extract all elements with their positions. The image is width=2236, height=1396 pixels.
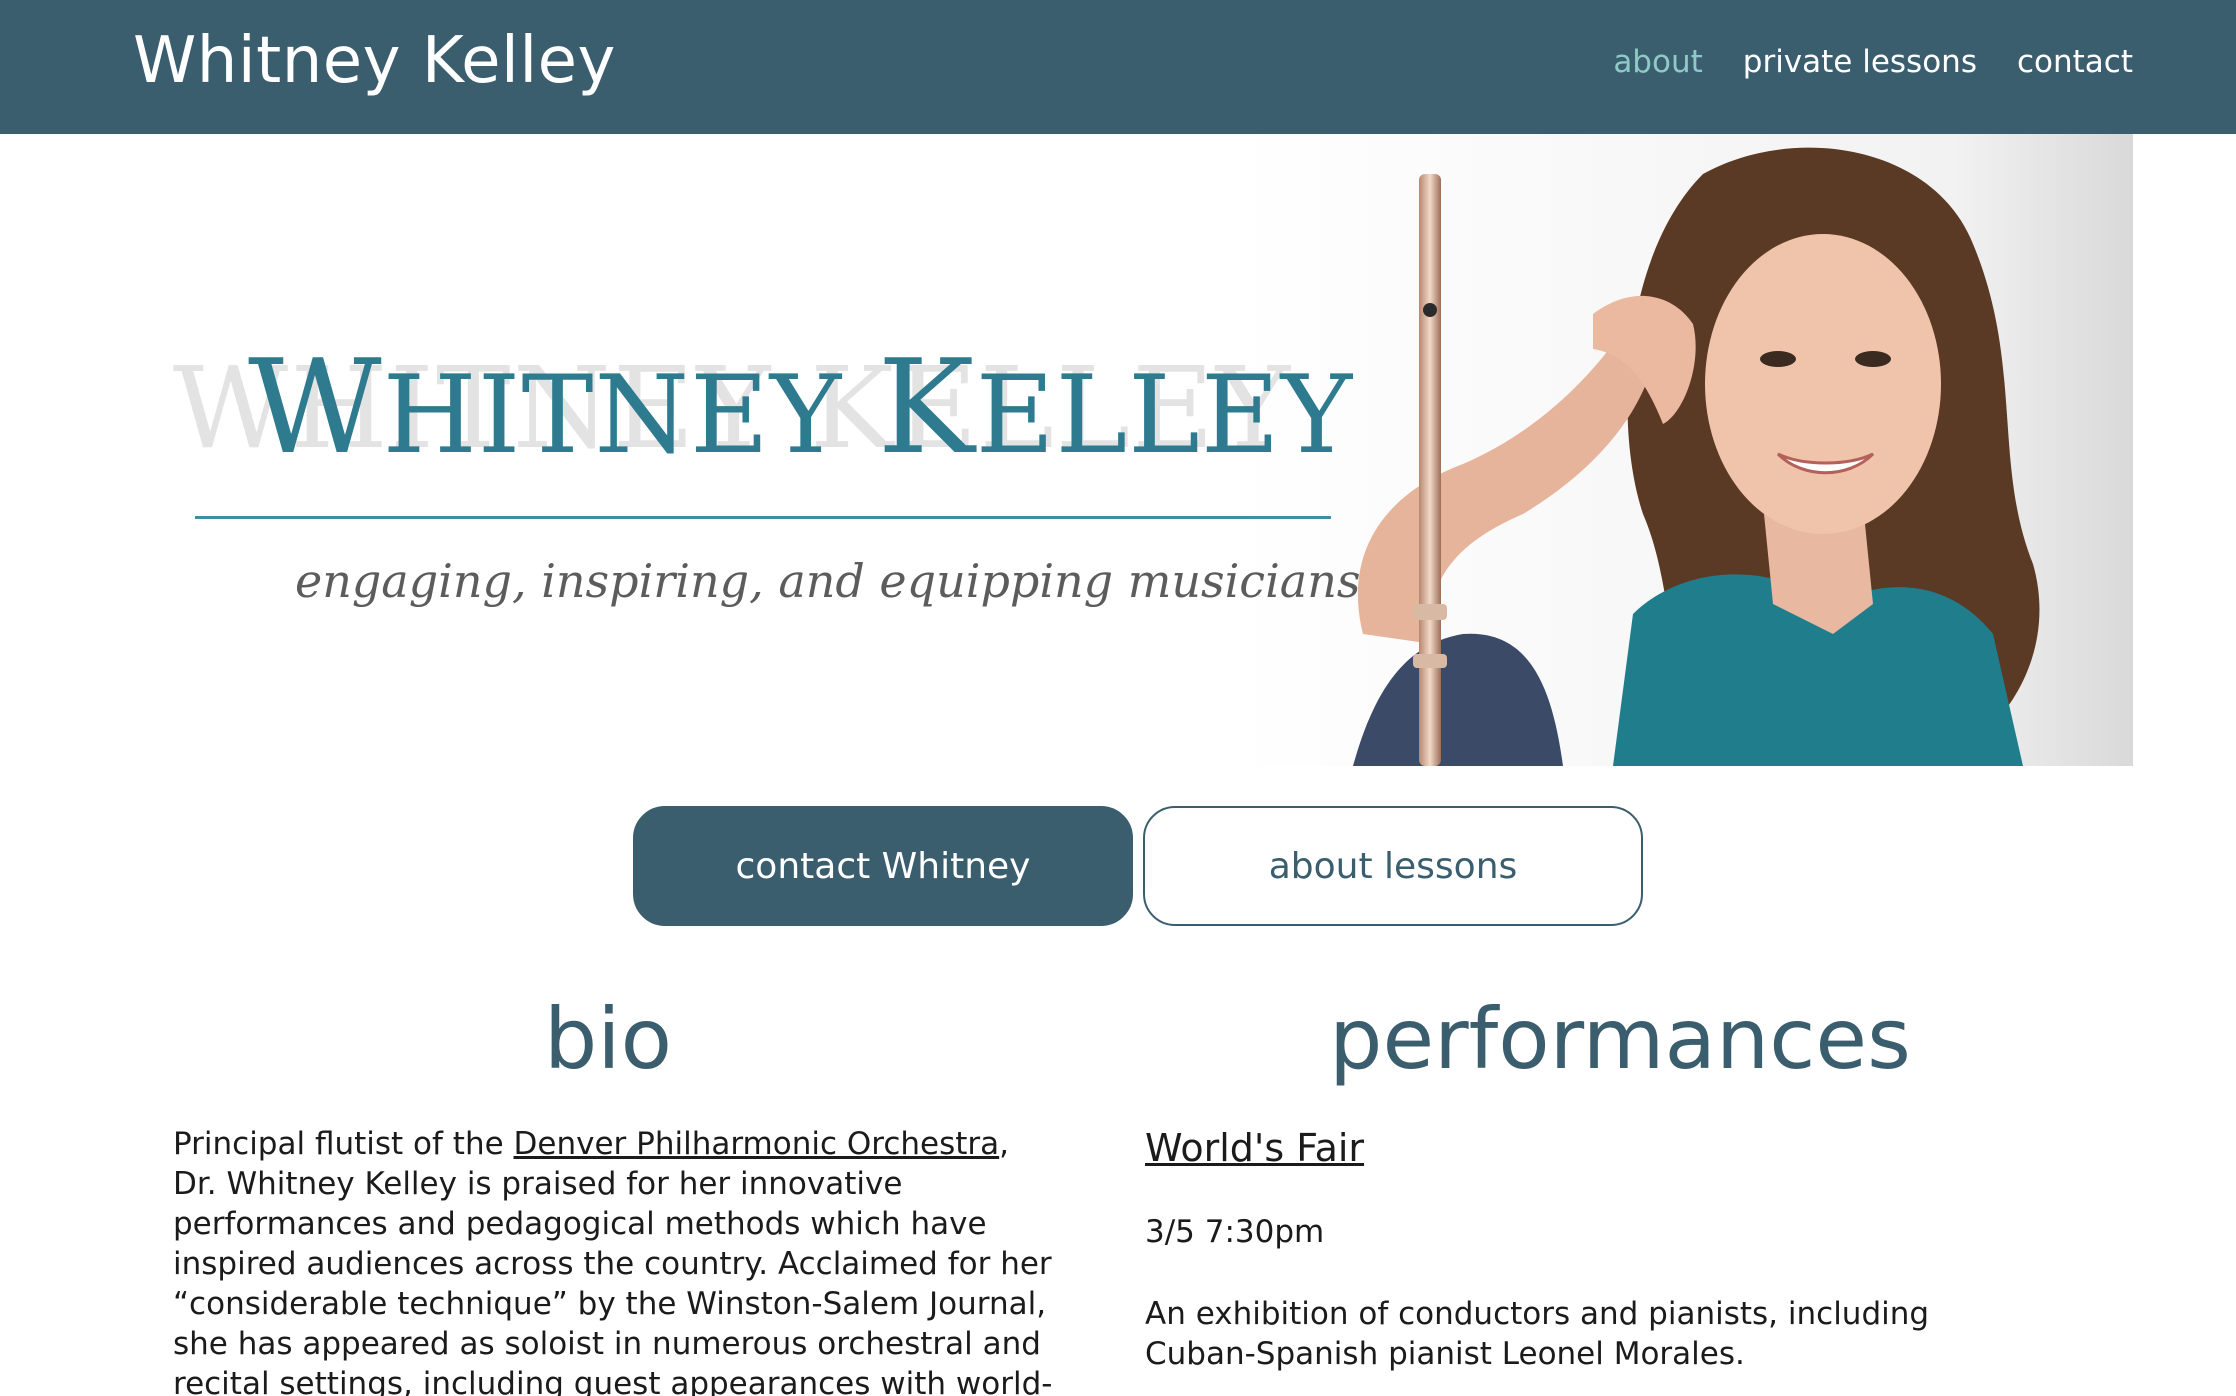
hero-title: WHITNEY KELLEY — [248, 331, 1353, 483]
event-title-link[interactable]: World's Fair — [1145, 1126, 1364, 1170]
hero-divider — [195, 516, 1331, 519]
bio-heading: bio — [543, 990, 673, 1088]
contact-whitney-button[interactable]: contact Whitney — [633, 806, 1133, 926]
nav-item-about[interactable]: about — [1613, 44, 1702, 80]
denver-philharmonic-link[interactable]: Denver Philharmonic Orchestra — [514, 1126, 1000, 1162]
main-nav: about private lessons contact — [1613, 44, 2133, 80]
hero-tagline: engaging, inspiring, and equipping music… — [295, 554, 1361, 608]
nav-item-contact[interactable]: contact — [2017, 44, 2133, 80]
site-title[interactable]: Whitney Kelley — [133, 24, 616, 98]
about-lessons-button[interactable]: about lessons — [1143, 806, 1643, 926]
bio-text-before-link: Principal flutist of the — [173, 1126, 514, 1162]
hero-title-first-initial: W — [248, 331, 383, 483]
hero-photo — [1233, 134, 2133, 766]
hero-title-last-initial: K — [877, 331, 976, 483]
event-date: 3/5 7:30pm — [1145, 1214, 1325, 1250]
performances-heading: performances — [1329, 990, 1911, 1088]
bio-text-after-link: , Dr. Whitney Kelley is praised for her … — [173, 1126, 1053, 1396]
nav-item-private-lessons[interactable]: private lessons — [1743, 44, 1977, 80]
bio-paragraph: Principal flutist of the Denver Philharm… — [173, 1124, 1053, 1396]
hero-banner: WHITNEY KELLEY WHITNEY KELLEY engaging, … — [133, 134, 2133, 766]
hero-title-first: HITNEY — [382, 353, 843, 478]
hero-title-last: ELLEY — [975, 353, 1354, 478]
site-header: Whitney Kelley about private lessons con… — [0, 0, 2236, 134]
event-description: An exhibition of conductors and pianists… — [1145, 1296, 1930, 1372]
